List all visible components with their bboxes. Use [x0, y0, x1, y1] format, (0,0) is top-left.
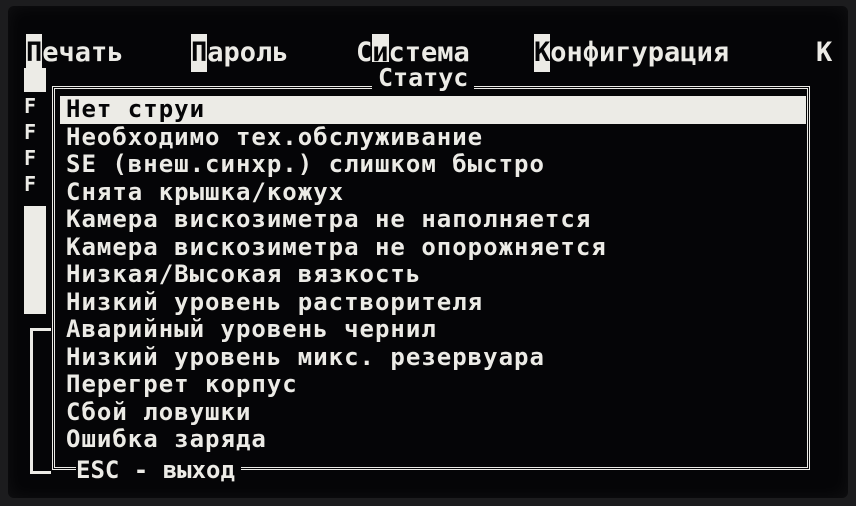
- panel-title: Статус: [372, 62, 475, 94]
- status-item-se-sync-too-fast[interactable]: SE (внеш.синхр.) слишком быстро: [60, 150, 806, 179]
- menu-system-label-start: С: [356, 37, 373, 68]
- menu-password-label: ароль: [207, 37, 289, 68]
- menu-configuration-hotkey: К: [534, 34, 551, 72]
- status-item-charge-error[interactable]: Ошибка заряда: [60, 425, 806, 454]
- sidebar-marker-top: [24, 68, 46, 92]
- status-item-viscosity-low-high[interactable]: Низкая/Высокая вязкость: [60, 260, 806, 289]
- sidebar-flag: F: [24, 146, 37, 170]
- menu-configuration-label: онфигурация: [550, 37, 730, 68]
- status-item-solvent-low[interactable]: Низкий уровень растворителя: [60, 288, 806, 317]
- sidebar-marker-block: [24, 206, 46, 314]
- terminal-screen: Печать Пароль Система Конфигурация К F F…: [8, 6, 848, 498]
- menu-password-hotkey: П: [191, 34, 208, 72]
- status-item-cover-removed[interactable]: Снята крышка/кожух: [60, 178, 806, 207]
- menu-overflow[interactable]: К: [816, 34, 832, 72]
- sidebar-flag: F: [24, 172, 37, 196]
- status-item-viscometer-not-filling[interactable]: Камера вискозиметра не наполняется: [60, 205, 806, 234]
- sidebar-bracket: [30, 328, 51, 474]
- status-item-viscometer-not-emptying[interactable]: Камера вискозиметра не опорожняется: [60, 233, 806, 262]
- status-item-ink-alarm[interactable]: Аварийный уровень чернил: [60, 315, 806, 344]
- menu-print-hotkey: П: [26, 34, 43, 72]
- status-list: Нет струи Необходимо тех.обслуживание SE…: [60, 95, 806, 454]
- status-item-no-jet[interactable]: Нет струи: [60, 95, 806, 124]
- menu-password[interactable]: Пароль: [191, 34, 289, 72]
- status-item-mix-tank-low[interactable]: Низкий уровень микс. резервуара: [60, 343, 806, 372]
- esc-exit-hint[interactable]: ESC - выход: [76, 456, 241, 484]
- menu-print[interactable]: Печать: [26, 34, 124, 72]
- sidebar-flag: F: [24, 120, 37, 144]
- status-item-housing-overheated[interactable]: Перегрет корпус: [60, 370, 806, 399]
- menu-configuration[interactable]: Конфигурация: [534, 34, 729, 72]
- sidebar-flag: F: [24, 94, 37, 118]
- status-item-gutter-fault[interactable]: Сбой ловушки: [60, 398, 806, 427]
- status-item-maintenance-required[interactable]: Необходимо тех.обслуживание: [60, 123, 806, 152]
- menu-print-label: ечать: [42, 37, 124, 68]
